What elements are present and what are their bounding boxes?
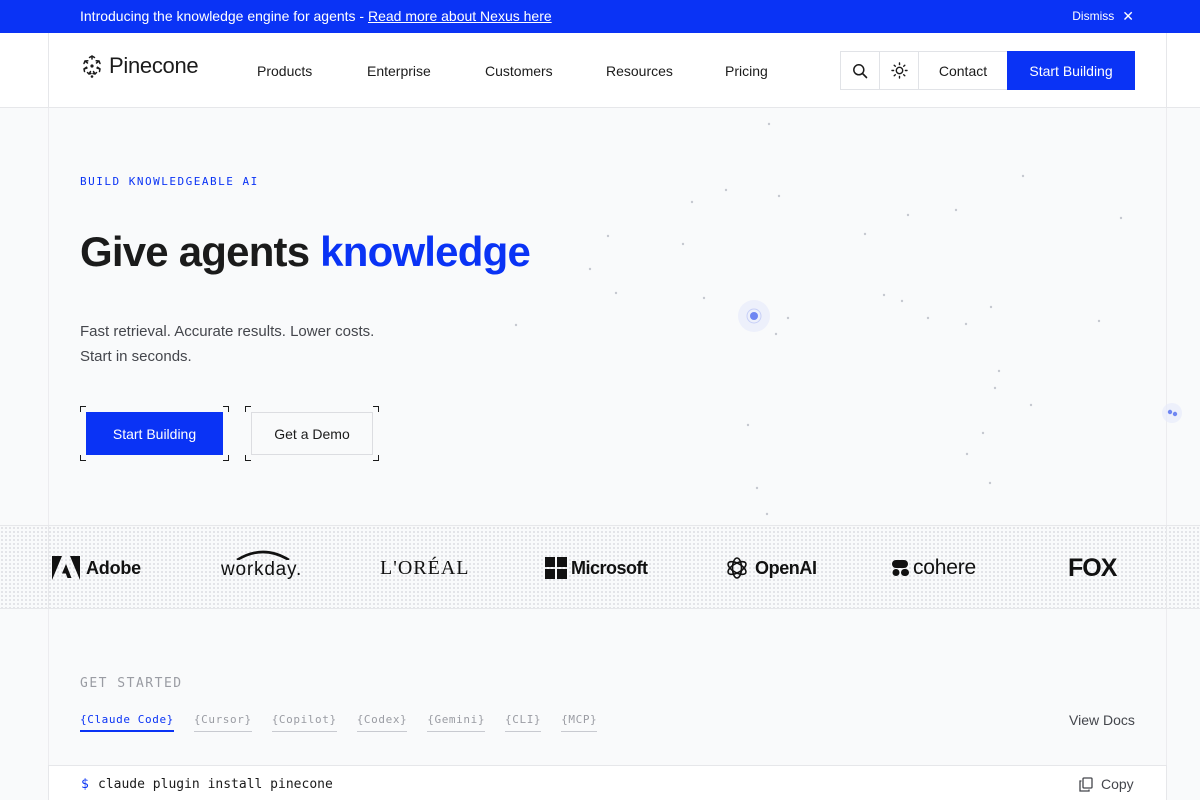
frame-line-right <box>1166 526 1167 608</box>
tab-cursor[interactable]: {Cursor} <box>193 713 252 732</box>
get-a-demo-button[interactable]: Get a Demo <box>251 412 373 455</box>
hero-subtitle-line-2: Start in seconds. <box>80 348 192 365</box>
announcement-message: Introducing the knowledge engine for age… <box>80 8 552 24</box>
get-started-section: GET STARTED {Claude Code} {Cursor} {Copi… <box>0 609 1200 800</box>
hero-subtitle-line-1: Fast retrieval. Accurate results. Lower … <box>80 323 375 340</box>
integration-tabs: {Claude Code} {Cursor} {Copilot} {Codex}… <box>80 713 598 732</box>
logo-microsoft-text: Microsoft <box>571 557 648 578</box>
header-actions: Contact Start Building <box>840 51 1135 90</box>
logo-adobe: Adobe <box>52 555 141 581</box>
tab-gemini[interactable]: {Gemini} <box>427 713 486 732</box>
adobe-icon <box>52 556 80 580</box>
logo-loreal-text: L'ORÉAL <box>380 556 470 579</box>
logo-workday: workday. <box>221 550 302 584</box>
nav-enterprise[interactable]: Enterprise <box>367 63 431 79</box>
copy-button[interactable]: Copy <box>1079 776 1134 792</box>
search-button[interactable] <box>840 51 879 90</box>
microsoft-icon <box>545 557 567 579</box>
hero-eyebrow: BUILD KNOWLEDGEABLE AI <box>80 175 259 188</box>
close-icon: ✕ <box>1122 8 1134 24</box>
command-prompt: $ <box>81 777 89 792</box>
openai-icon <box>727 557 747 579</box>
hero-subtitle: Fast retrieval. Accurate results. Lower … <box>80 319 374 369</box>
announcement-bar: Introducing the knowledge engine for age… <box>0 0 1200 33</box>
nav-pricing[interactable]: Pricing <box>725 63 768 79</box>
header-start-building-button[interactable]: Start Building <box>1007 51 1135 90</box>
tab-claude-code[interactable]: {Claude Code} <box>80 713 174 732</box>
bracket-corner <box>223 455 229 461</box>
announcement-text: Introducing the knowledge engine for age… <box>80 8 368 24</box>
theme-toggle-icon <box>890 62 908 79</box>
view-docs-link[interactable]: View Docs <box>1069 712 1135 728</box>
dismiss-label: Dismiss <box>1072 9 1115 23</box>
hero-start-building-button[interactable]: Start Building <box>86 412 223 455</box>
pinecone-logo-icon <box>83 55 101 78</box>
bracket-corner <box>373 455 379 461</box>
tab-codex[interactable]: {Codex} <box>356 713 408 732</box>
logo-cohere-text: cohere <box>913 556 977 579</box>
logo-microsoft: Microsoft <box>545 555 648 581</box>
logo-loreal: L'ORÉAL <box>380 555 469 581</box>
site-header: Pinecone Products Enterprise Customers R… <box>0 33 1200 108</box>
frame-line-right <box>1166 33 1167 107</box>
logo-fox-text: FOX <box>1068 553 1117 582</box>
hero-section: BUILD KNOWLEDGEABLE AI Give agents knowl… <box>0 108 1200 525</box>
copy-icon <box>1079 776 1093 792</box>
logo-cohere: cohere <box>892 555 976 581</box>
copy-label: Copy <box>1101 776 1134 792</box>
logo-openai: OpenAI <box>725 555 817 581</box>
hero-headline: Give agents knowledge <box>80 228 531 276</box>
logo-fox: FOX <box>1068 553 1117 582</box>
bracket-corner <box>223 406 229 412</box>
headline-plain: Give agents <box>80 228 321 275</box>
customer-logos-strip: Adobe workday. L'ORÉAL Microsoft OpenAI … <box>0 525 1200 609</box>
brand-name: Pinecone <box>109 53 199 78</box>
dismiss-button[interactable]: Dismiss ✕ <box>1072 9 1134 23</box>
logo-adobe-text: Adobe <box>86 557 141 578</box>
frame-line-left <box>48 33 49 107</box>
vector-dots-illustration <box>514 122 1182 516</box>
install-command-box: $ claude plugin install pinecone Copy <box>48 765 1167 800</box>
search-icon <box>853 63 868 78</box>
announcement-link[interactable]: Read more about Nexus here <box>368 8 552 24</box>
nav-customers[interactable]: Customers <box>485 63 553 79</box>
logo-openai-text: OpenAI <box>755 557 817 578</box>
contact-button[interactable]: Contact <box>918 51 1007 90</box>
headline-accent: knowledge <box>320 228 531 275</box>
nav-products[interactable]: Products <box>257 63 312 79</box>
bracket-corner <box>373 406 379 412</box>
bracket-corner <box>80 455 86 461</box>
theme-toggle-button[interactable] <box>879 51 918 90</box>
get-started-title: GET STARTED <box>80 676 183 691</box>
cohere-icon <box>892 560 909 576</box>
nav-resources[interactable]: Resources <box>606 63 673 79</box>
tab-mcp[interactable]: {MCP} <box>561 713 598 732</box>
tab-copilot[interactable]: {Copilot} <box>271 713 337 732</box>
logo-workday-text: workday. <box>221 559 303 580</box>
pinecone-logo[interactable]: Pinecone <box>81 53 199 79</box>
bracket-corner <box>245 455 251 461</box>
tab-cli[interactable]: {CLI} <box>505 713 542 732</box>
install-command: claude plugin install pinecone <box>98 777 333 792</box>
frame-line-left <box>48 526 49 608</box>
